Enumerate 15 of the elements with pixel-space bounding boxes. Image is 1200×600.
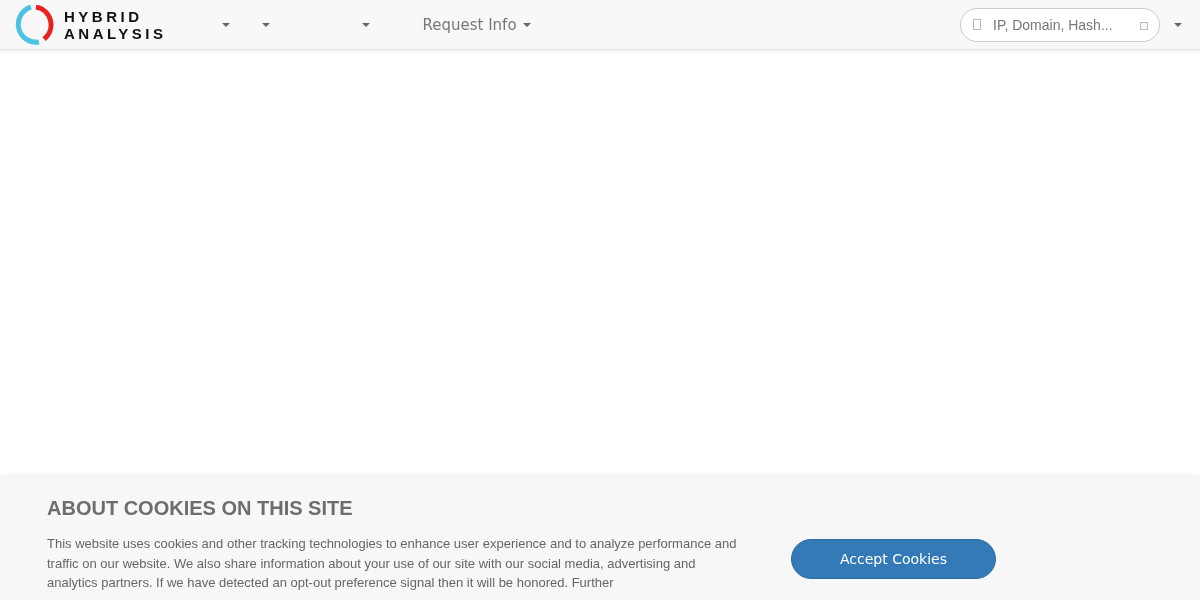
caret-icon bbox=[222, 22, 231, 27]
banner-text: This website uses cookies and other tracking technologies to enhance user experience and to analyze performance and traffic on our website. We also share information about your use of our site with our social media, advertising and analytics partners. If we have detected an opt-out preference signal then it will be honored. Further bbox=[47, 535, 737, 592]
menu-item[interactable]: Request Info bbox=[406, 5, 547, 44]
caret-icon bbox=[522, 22, 531, 27]
clear-icon bbox=[1140, 21, 1148, 30]
logo-text: HYBRID bbox=[64, 7, 144, 25]
logo-text: ANALYSIS bbox=[64, 24, 167, 42]
banner-title: ABOUT COOKIES ON THIS SITE bbox=[47, 497, 354, 520]
caret-icon bbox=[362, 22, 371, 27]
accept-button[interactable]: Accept Cookies bbox=[791, 539, 996, 579]
search-field[interactable]: IP, Domain, Hash... bbox=[960, 7, 1160, 42]
caret-icon bbox=[1174, 22, 1182, 27]
search-icon bbox=[973, 18, 981, 30]
caret-icon bbox=[262, 22, 271, 27]
logo-icon bbox=[14, 4, 54, 45]
